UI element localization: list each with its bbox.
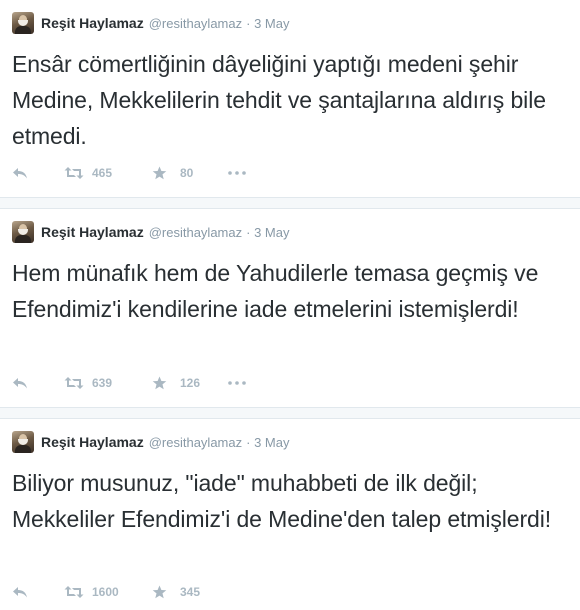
tweet: Reşit Haylamaz @resithaylamaz · 3 May He… — [0, 209, 580, 406]
favorite-button[interactable]: 80 — [152, 166, 210, 180]
tweet: Reşit Haylamaz @resithaylamaz · 3 May En… — [0, 0, 580, 196]
tweet-header: Reşit Haylamaz @resithaylamaz · 3 May — [12, 12, 289, 34]
favorite-count: 80 — [180, 166, 194, 180]
more-button[interactable] — [228, 171, 256, 175]
favorite-button[interactable]: 345 — [152, 585, 210, 599]
favorite-button[interactable]: 126 — [152, 376, 210, 390]
reply-icon — [12, 166, 34, 180]
tweet-separator — [0, 407, 580, 419]
retweet-count: 639 — [92, 376, 113, 390]
tweet-date[interactable]: · 3 May — [246, 435, 289, 450]
more-icon — [228, 171, 250, 175]
author-handle[interactable]: @resithaylamaz — [149, 16, 242, 31]
retweet-button[interactable]: 1600 — [64, 585, 134, 599]
retweet-icon — [64, 166, 86, 180]
author-name[interactable]: Reşit Haylamaz — [41, 15, 144, 31]
avatar[interactable] — [12, 431, 34, 453]
more-button[interactable] — [228, 381, 256, 385]
retweet-button[interactable]: 639 — [64, 376, 134, 390]
author-handle[interactable]: @resithaylamaz — [149, 225, 242, 240]
reply-button[interactable] — [12, 376, 50, 390]
tweet-header: Reşit Haylamaz @resithaylamaz · 3 May — [12, 431, 289, 453]
tweet-date[interactable]: · 3 May — [246, 16, 289, 31]
tweet-actions: 639 126 — [12, 373, 274, 393]
star-icon — [152, 166, 174, 180]
favorite-count: 345 — [180, 585, 201, 599]
retweet-icon — [64, 585, 86, 599]
tweet-header: Reşit Haylamaz @resithaylamaz · 3 May — [12, 221, 289, 243]
author-name[interactable]: Reşit Haylamaz — [41, 434, 144, 450]
retweet-count: 465 — [92, 166, 113, 180]
avatar[interactable] — [12, 12, 34, 34]
avatar[interactable] — [12, 221, 34, 243]
star-icon — [152, 376, 174, 390]
author-handle[interactable]: @resithaylamaz — [149, 435, 242, 450]
star-icon — [152, 585, 174, 599]
tweet-text: Biliyor musunuz, "iade" muhabbeti de ilk… — [12, 470, 552, 532]
retweet-icon — [64, 376, 86, 390]
retweet-count: 1600 — [92, 585, 119, 599]
tweet-text: Hem münafık hem de Yahudilerle temasa ge… — [12, 260, 539, 322]
retweet-button[interactable]: 465 — [64, 166, 134, 180]
reply-icon — [12, 585, 34, 599]
tweet-date[interactable]: · 3 May — [246, 225, 289, 240]
tweet-actions: 1600 345 — [12, 582, 228, 602]
tweet-text: Ensâr cömertliğinin dâyeliğini yaptığı m… — [12, 51, 546, 149]
more-icon — [228, 381, 250, 385]
tweet-separator — [0, 197, 580, 209]
favorite-count: 126 — [180, 376, 201, 390]
author-name[interactable]: Reşit Haylamaz — [41, 224, 144, 240]
reply-button[interactable] — [12, 585, 50, 599]
tweet: Reşit Haylamaz @resithaylamaz · 3 May Bi… — [0, 419, 580, 610]
reply-icon — [12, 376, 34, 390]
tweet-actions: 465 80 — [12, 163, 274, 183]
reply-button[interactable] — [12, 166, 50, 180]
